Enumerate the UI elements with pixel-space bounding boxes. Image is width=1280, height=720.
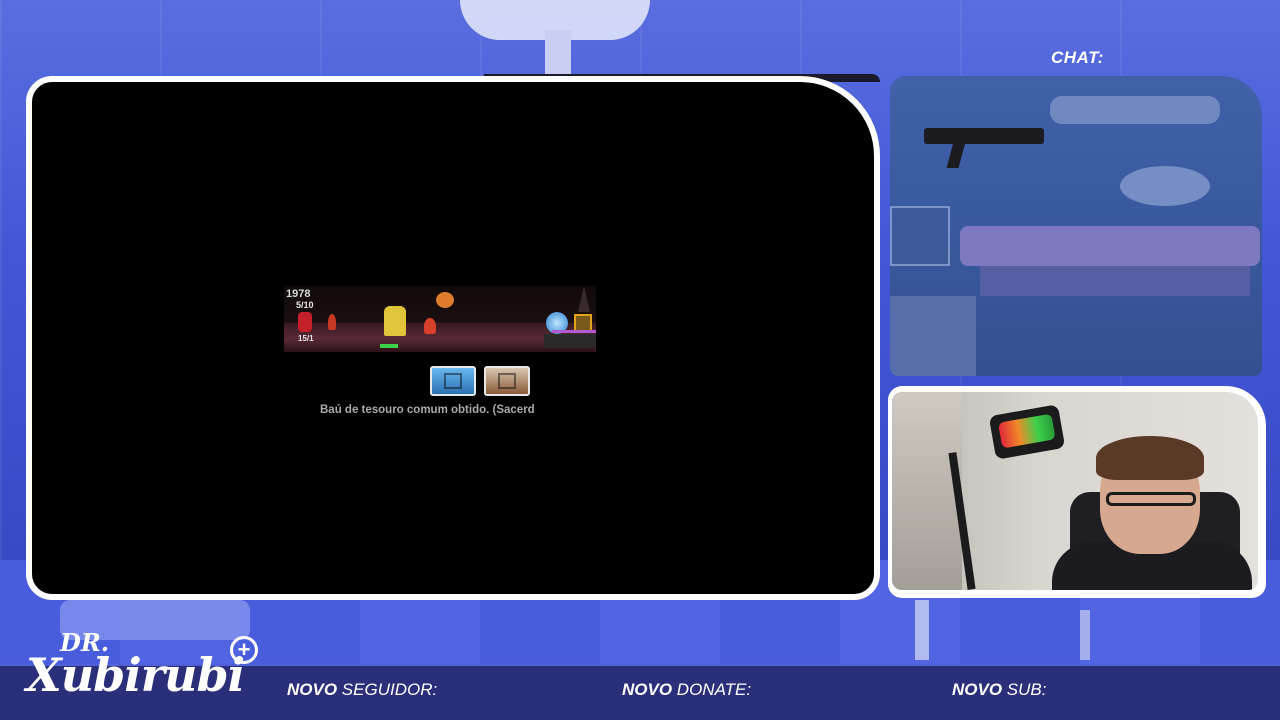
boss-hp-bar [552, 330, 596, 333]
new-follower-text: SEGUIDOR: [341, 680, 438, 699]
new-sub-label: NOVO SUB: [952, 680, 1046, 700]
chat-bg-lamp [1050, 96, 1220, 124]
chat-title: CHAT: [1051, 48, 1104, 67]
new-follower-bold: NOVO [287, 680, 338, 699]
enemy-sprite [298, 312, 312, 332]
new-donate-label: NOVO DONATE: [622, 680, 751, 700]
status-panel [544, 334, 596, 348]
game-capture-frame: 1978 5/10 15/1 Baú de tesouro comum obti… [26, 76, 880, 600]
hero-sprite [384, 306, 406, 336]
chat-bg-bed [960, 226, 1260, 266]
skull-sprite [436, 292, 454, 308]
logo-name: Xubirubi [26, 648, 245, 702]
streamer-hair [1096, 436, 1204, 480]
hero-hp-bar [380, 344, 398, 348]
fire-sprite [328, 314, 336, 330]
surgical-lamp-arm [545, 30, 571, 80]
chat-panel [890, 76, 1262, 376]
game-notification-text: Baú de tesouro comum obtido. (Sacerd [320, 404, 535, 416]
chest-icon-blue [430, 366, 476, 396]
game-stat-mid: 5/10 [296, 300, 314, 310]
webcam-feed [892, 392, 1258, 590]
chat-bg-monitor [890, 206, 950, 266]
rock-spike-sprite [578, 286, 590, 312]
game-scene-strip: 1978 5/10 15/1 [284, 286, 596, 352]
fire-sprite [424, 318, 436, 334]
chest-icon-brown [484, 366, 530, 396]
iv-stand [915, 600, 929, 660]
chat-bg-lamp-head [1120, 166, 1210, 206]
game-stat-top: 1978 [286, 288, 311, 300]
rifle-icon [924, 128, 1044, 144]
new-donate-bold: NOVO [622, 680, 673, 699]
webcam-curtain [892, 392, 962, 590]
chat-bg-bed-base [980, 266, 1250, 296]
chat-bg-cabinet [890, 296, 976, 376]
new-donate-text: DONATE: [676, 680, 752, 699]
game-stat-hp: 15/1 [298, 334, 314, 343]
streamer [1052, 436, 1252, 590]
glasses-icon [1106, 492, 1196, 506]
new-sub-bold: NOVO [952, 680, 1003, 699]
rifle-grip-icon [946, 142, 966, 168]
new-sub-text: SUB: [1006, 680, 1047, 699]
iv-stand [1080, 610, 1090, 660]
new-follower-label: NOVO SEGUIDOR: [287, 680, 437, 700]
plus-icon: + [230, 636, 258, 664]
microphone-icon [988, 404, 1066, 460]
webcam-frame [888, 386, 1266, 598]
